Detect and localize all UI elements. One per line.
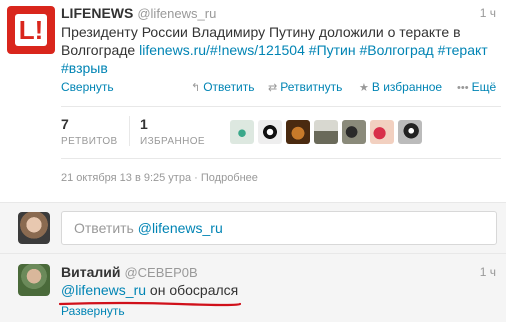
- more-label: Ещё: [471, 80, 497, 94]
- favorite-label: В избранное: [371, 80, 443, 94]
- retweet-button[interactable]: ⇄ Ретвитнуть: [268, 80, 342, 94]
- tweet-link[interactable]: lifenews.ru/#!news/121504: [139, 42, 305, 58]
- retweeter-avatar[interactable]: [286, 120, 310, 144]
- lifenews-avatar[interactable]: L!: [7, 6, 55, 54]
- reply-placeholder: Ответить: [74, 220, 134, 236]
- tweet-actions: Свернуть ↰ Ответить ⇄ Ретвитнуть ★ В избран…: [61, 80, 501, 96]
- divider: [61, 106, 501, 107]
- stat-separator: [129, 116, 130, 146]
- reply-author-handle[interactable]: @СЕВЕР0В: [124, 265, 197, 280]
- retweeter-avatar[interactable]: [398, 120, 422, 144]
- reply-input[interactable]: Ответить @lifenews_ru: [61, 211, 497, 245]
- logo-text: L!: [18, 15, 44, 45]
- tweet-meta: 21 октября 13 в 9:25 утра · Подробнее: [61, 172, 258, 184]
- tweet-text: Президенту России Владимиру Путину долож…: [61, 23, 491, 77]
- reply-tweet: Виталий @СЕВЕР0В 1 ч @lifenews_ru он обос…: [0, 254, 506, 322]
- reply-box: Ответить @lifenews_ru: [0, 202, 506, 254]
- divider: [61, 158, 501, 159]
- favorites-count: 1: [140, 116, 148, 132]
- lifenews-logo-icon: L!: [15, 14, 47, 46]
- retweet-label: Ретвитнуть: [280, 80, 343, 94]
- more-dots-icon: •••: [457, 82, 469, 94]
- reply-text-mention[interactable]: @lifenews_ru: [61, 282, 146, 298]
- reply-text-body: он обосрался: [149, 282, 239, 298]
- favorites-stat[interactable]: 1 ИЗБРАННОЕ: [140, 116, 205, 147]
- author-handle[interactable]: @lifenews_ru: [137, 6, 216, 21]
- hashtag-volgograd[interactable]: #Волгоград: [359, 42, 433, 58]
- reply-button[interactable]: ↰ Ответить: [191, 80, 255, 94]
- retweet-icon: ⇄: [268, 82, 278, 94]
- retweeter-avatar[interactable]: [314, 120, 338, 144]
- retweeter-avatar[interactable]: [370, 120, 394, 144]
- retweeter-avatar[interactable]: [342, 120, 366, 144]
- reply-author-name[interactable]: Виталий: [61, 264, 120, 280]
- reply-time[interactable]: 1 ч: [480, 265, 496, 279]
- reply-label: Ответить: [203, 80, 255, 94]
- reply-author-avatar[interactable]: [18, 264, 50, 296]
- more-button[interactable]: ••• Ещё: [457, 80, 496, 94]
- reply-author-line: Виталий @СЕВЕР0В: [61, 264, 198, 280]
- reply-arrow-icon: ↰: [191, 82, 201, 94]
- star-icon: ★: [359, 82, 369, 94]
- collapse-link[interactable]: Свернуть: [61, 80, 114, 94]
- hashtag-vzryv[interactable]: #взрыв: [61, 60, 108, 76]
- reply-mention: @lifenews_ru: [137, 220, 223, 236]
- favorite-button[interactable]: ★ В избранное: [359, 80, 442, 94]
- author-name[interactable]: LIFENEWS: [61, 5, 133, 21]
- tweet-time[interactable]: 1 ч: [480, 6, 496, 20]
- retweets-label: РЕТВИТОВ: [61, 136, 118, 147]
- main-tweet: L! LIFENEWS @lifenews_ru 1 ч Президенту Р…: [0, 0, 506, 202]
- retweeter-avatar[interactable]: [258, 120, 282, 144]
- expand-link[interactable]: Развернуть: [61, 304, 125, 318]
- details-link[interactable]: Подробнее: [201, 172, 258, 184]
- favorites-label: ИЗБРАННОЕ: [140, 136, 205, 147]
- hashtag-putin[interactable]: #Путин: [309, 42, 356, 58]
- tweet-datetime[interactable]: 21 октября 13 в 9:25 утра: [61, 172, 191, 184]
- retweeter-avatar[interactable]: [230, 120, 254, 144]
- current-user-avatar: [18, 212, 50, 244]
- retweets-stat[interactable]: 7 РЕТВИТОВ: [61, 116, 118, 147]
- reply-text: @lifenews_ru он обосрался: [61, 282, 238, 298]
- author-line: LIFENEWS @lifenews_ru: [61, 5, 216, 21]
- meta-separator: ·: [194, 172, 198, 184]
- hashtag-terakt[interactable]: #теракт: [438, 42, 488, 58]
- retweets-count: 7: [61, 116, 69, 132]
